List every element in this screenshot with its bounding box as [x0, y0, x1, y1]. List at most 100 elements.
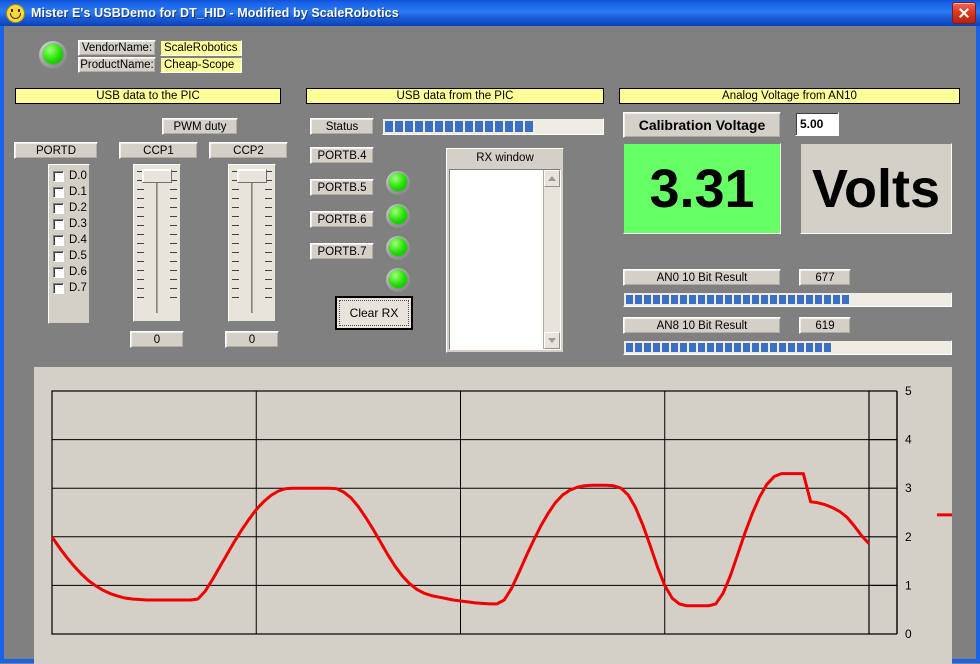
progress-segment [707, 343, 714, 352]
progress-segment [671, 295, 678, 304]
y-tick-label: 1 [905, 578, 912, 592]
ccp2-slider-thumb[interactable] [237, 169, 267, 183]
ccp2-ticks-left [232, 171, 239, 315]
progress-segment [725, 343, 732, 352]
vendor-name-label: VendorName: [78, 40, 156, 56]
ccp2-value: 0 [225, 331, 279, 348]
product-name-label: ProductName: [78, 57, 156, 73]
portd-bit-6[interactable]: D.6 [49, 264, 89, 280]
banner-analog-voltage: Analog Voltage from AN10 [619, 88, 960, 104]
scroll-up-button[interactable] [544, 170, 560, 187]
progress-segment [680, 295, 687, 304]
ccp2-slider[interactable] [228, 164, 276, 322]
portb6-led [385, 235, 411, 261]
ccp1-slider-thumb[interactable] [142, 169, 172, 183]
checkbox-d0-label: D.0 [69, 170, 87, 182]
checkbox-d1-label: D.1 [69, 186, 87, 198]
portb7-led [385, 267, 411, 293]
calibration-voltage-label: Calibration Voltage [623, 112, 781, 138]
status-progress-bar [382, 118, 604, 135]
ccp1-slider-track[interactable] [156, 179, 158, 313]
checkbox-d5[interactable] [53, 251, 64, 262]
progress-segment [662, 343, 669, 352]
checkbox-d5-label: D.5 [69, 250, 87, 262]
status-label: Status [310, 118, 374, 135]
window-title: Mister E's USBDemo for DT_HID - Modified… [31, 6, 399, 20]
checkbox-d6-label: D.6 [69, 266, 87, 278]
connection-led [38, 40, 68, 70]
progress-segment [445, 121, 453, 132]
voltage-unit-label: Volts [800, 143, 952, 234]
pwm-duty-label: PWM duty [162, 118, 238, 135]
checkbox-d6[interactable] [53, 267, 64, 278]
progress-segment [770, 343, 777, 352]
calibration-voltage-input[interactable]: 5.00 [795, 112, 839, 136]
an0-result-value: 677 [799, 269, 851, 286]
progress-segment [475, 121, 483, 132]
portd-bit-7[interactable]: D.7 [49, 280, 89, 296]
progress-segment [752, 295, 759, 304]
progress-segment [707, 295, 714, 304]
progress-segment [671, 343, 678, 352]
progress-segment [833, 295, 840, 304]
ccp2-slider-track[interactable] [251, 179, 253, 313]
checkbox-d3[interactable] [53, 219, 64, 230]
progress-segment [779, 295, 786, 304]
an8-result-label: AN8 10 Bit Result [623, 317, 781, 334]
portd-bit-4[interactable]: D.4 [49, 232, 89, 248]
checkbox-d7-label: D.7 [69, 282, 87, 294]
progress-segment [743, 343, 750, 352]
progress-segment [806, 343, 813, 352]
progress-segment [788, 343, 795, 352]
scroll-down-button[interactable] [544, 332, 560, 349]
voltage-chart-panel: 012345Volts [34, 367, 952, 664]
progress-segment [716, 343, 723, 352]
progress-segment [455, 121, 463, 132]
an0-progress-bar [623, 292, 952, 307]
checkbox-d4[interactable] [53, 235, 64, 246]
progress-segment [734, 343, 741, 352]
progress-segment [485, 121, 493, 132]
banner-usb-to-pic: USB data to the PIC [15, 88, 281, 104]
portb4-label: PORTB.4 [310, 147, 374, 164]
progress-segment [716, 295, 723, 304]
progress-segment [425, 121, 433, 132]
clear-rx-button[interactable]: Clear RX [335, 296, 413, 330]
progress-segment [734, 295, 741, 304]
app-window: Mister E's USBDemo for DT_HID - Modified… [0, 0, 980, 663]
portd-bit-3[interactable]: D.3 [49, 216, 89, 232]
checkbox-d2[interactable] [53, 203, 64, 214]
ccp1-slider[interactable] [133, 164, 181, 322]
progress-segment [779, 343, 786, 352]
progress-segment [385, 121, 393, 132]
checkbox-d1[interactable] [53, 187, 64, 198]
progress-segment [495, 121, 503, 132]
checkbox-d4-label: D.4 [69, 234, 87, 246]
portd-bit-0[interactable]: D.0 [49, 168, 89, 184]
progress-segment [770, 295, 777, 304]
close-button[interactable] [952, 2, 976, 24]
portb7-label: PORTB.7 [310, 243, 374, 260]
rx-window-title: RX window [447, 149, 563, 167]
portd-bit-1[interactable]: D.1 [49, 184, 89, 200]
progress-segment [761, 295, 768, 304]
ccp1-label: CCP1 [119, 142, 198, 159]
portd-bit-2[interactable]: D.2 [49, 200, 89, 216]
progress-segment [824, 295, 831, 304]
progress-segment [635, 295, 642, 304]
an8-progress-bar [623, 340, 952, 355]
title-bar: Mister E's USBDemo for DT_HID - Modified… [0, 0, 980, 26]
progress-segment [698, 295, 705, 304]
portd-bit-5[interactable]: D.5 [49, 248, 89, 264]
rx-window-area[interactable] [449, 169, 561, 350]
portb5-led [385, 203, 411, 229]
checkbox-d7[interactable] [53, 283, 64, 294]
progress-segment [435, 121, 443, 132]
progress-segment [842, 295, 849, 304]
y-tick-label: 4 [905, 433, 912, 447]
checkbox-d0[interactable] [53, 171, 64, 182]
chevron-up-icon [548, 176, 556, 181]
product-name-value: Cheap-Scope [160, 57, 242, 73]
rx-window-text[interactable] [450, 170, 543, 349]
rx-scrollbar[interactable] [543, 170, 560, 349]
